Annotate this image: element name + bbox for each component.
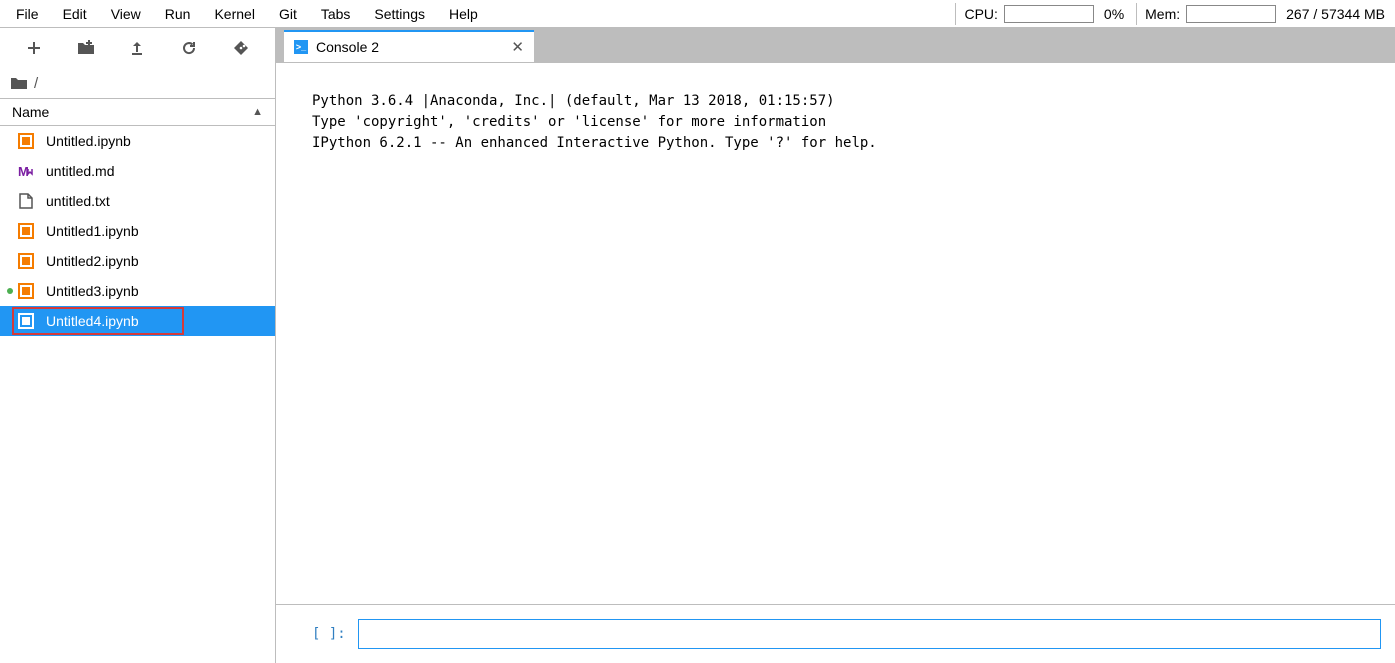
cpu-meter xyxy=(1004,5,1094,23)
menu-git[interactable]: Git xyxy=(267,2,309,26)
file-name: untitled.txt xyxy=(46,193,110,209)
file-item[interactable]: untitled.txt xyxy=(0,186,275,216)
tab-label: Console 2 xyxy=(316,39,379,55)
markdown-icon: M xyxy=(18,163,34,179)
refresh-button[interactable] xyxy=(173,32,205,64)
resource-status: CPU: 0% Mem: 267 / 57344 MB xyxy=(949,0,1391,27)
console-icon: >_ xyxy=(294,40,308,54)
menu-settings[interactable]: Settings xyxy=(362,2,437,26)
menu-run[interactable]: Run xyxy=(153,2,203,26)
menu-bar: File Edit View Run Kernel Git Tabs Setti… xyxy=(0,0,1395,28)
menu-file[interactable]: File xyxy=(4,2,51,26)
tab-bar: >_ Console 2 ✕ xyxy=(276,28,1395,62)
prompt-label: [ ]: xyxy=(312,626,346,642)
console-output: Python 3.6.4 |Anaconda, Inc.| (default, … xyxy=(276,63,1395,604)
column-name-label: Name xyxy=(12,104,49,120)
tab-console[interactable]: >_ Console 2 ✕ xyxy=(284,30,534,62)
main-content: >_ Console 2 ✕ Python 3.6.4 |Anaconda, I… xyxy=(276,28,1395,663)
file-browser-sidebar: / Name ▲ Untitled.ipynb M untitled.md xyxy=(0,28,276,663)
console-panel: Python 3.6.4 |Anaconda, Inc.| (default, … xyxy=(276,63,1395,663)
notebook-icon xyxy=(18,313,34,329)
file-item[interactable]: Untitled3.ipynb xyxy=(0,276,275,306)
menu-help[interactable]: Help xyxy=(437,2,490,26)
file-item[interactable]: Untitled1.ipynb xyxy=(0,216,275,246)
notebook-icon xyxy=(18,283,34,299)
menu-view[interactable]: View xyxy=(99,2,153,26)
console-input[interactable] xyxy=(358,619,1381,649)
file-name: untitled.md xyxy=(46,163,114,179)
menu-kernel[interactable]: Kernel xyxy=(202,2,266,26)
file-name: Untitled4.ipynb xyxy=(46,313,139,329)
cpu-value: 0% xyxy=(1098,6,1130,22)
new-launcher-button[interactable] xyxy=(18,32,50,64)
upload-button[interactable] xyxy=(121,32,153,64)
folder-icon xyxy=(10,76,28,90)
file-list: Untitled.ipynb M untitled.md untitled.tx… xyxy=(0,126,275,663)
sort-ascending-icon: ▲ xyxy=(252,106,263,118)
new-folder-button[interactable] xyxy=(70,32,102,64)
notebook-icon xyxy=(18,133,34,149)
close-tab-button[interactable]: ✕ xyxy=(491,38,524,56)
mem-value: 267 / 57344 MB xyxy=(1280,6,1391,22)
svg-text:M: M xyxy=(18,164,29,179)
file-item[interactable]: M untitled.md xyxy=(0,156,275,186)
notebook-icon xyxy=(18,223,34,239)
breadcrumb[interactable]: / xyxy=(0,68,275,98)
mem-label: Mem: xyxy=(1143,6,1182,22)
menu-tabs[interactable]: Tabs xyxy=(309,2,363,26)
notebook-icon xyxy=(18,253,34,269)
mem-meter xyxy=(1186,5,1276,23)
git-button[interactable] xyxy=(225,32,257,64)
running-indicator-icon xyxy=(7,288,13,294)
text-file-icon xyxy=(18,193,34,209)
file-name: Untitled2.ipynb xyxy=(46,253,139,269)
breadcrumb-root: / xyxy=(34,75,38,92)
console-input-row: [ ]: xyxy=(276,604,1395,663)
file-name: Untitled3.ipynb xyxy=(46,283,139,299)
cpu-label: CPU: xyxy=(962,6,999,22)
file-name: Untitled.ipynb xyxy=(46,133,131,149)
file-list-header[interactable]: Name ▲ xyxy=(0,98,275,126)
file-name: Untitled1.ipynb xyxy=(46,223,139,239)
menu-edit[interactable]: Edit xyxy=(51,2,99,26)
file-item[interactable]: Untitled4.ipynb xyxy=(0,306,275,336)
file-item[interactable]: Untitled2.ipynb xyxy=(0,246,275,276)
file-browser-toolbar xyxy=(0,28,275,68)
file-item[interactable]: Untitled.ipynb xyxy=(0,126,275,156)
